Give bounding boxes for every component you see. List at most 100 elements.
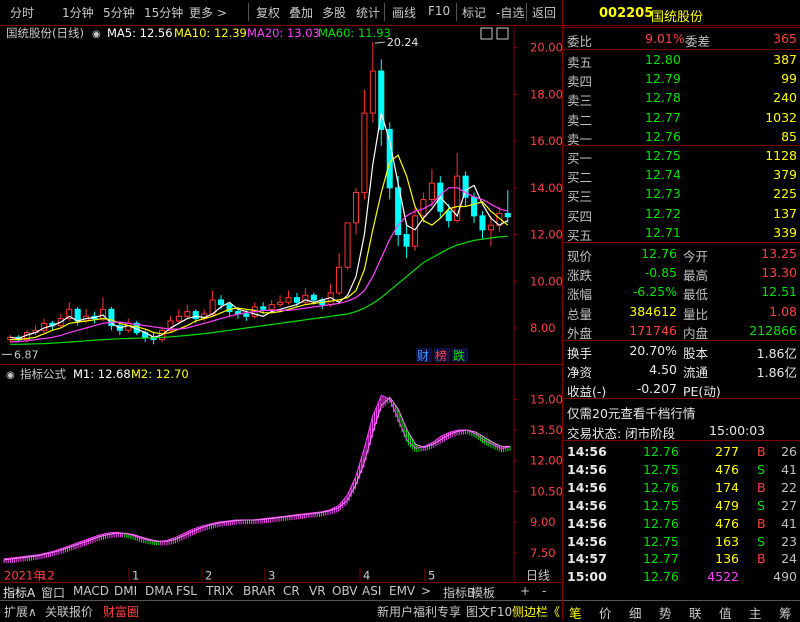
- tick-price: 12.75: [643, 497, 679, 513]
- stat-value: -0.85: [644, 265, 677, 281]
- tick-volume: 476: [715, 515, 739, 531]
- right-tab-3[interactable]: 细: [629, 603, 642, 622]
- stat-value: 171746: [629, 322, 677, 338]
- stock-label: 国统股份(日线): [6, 26, 84, 40]
- indicator-tab-6[interactable]: FSL: [176, 584, 197, 598]
- buy-price: 12.71: [645, 224, 681, 240]
- y-tick-label: 10.00: [530, 274, 562, 288]
- tick-time: 15:00: [567, 569, 607, 585]
- toolbar-2[interactable]: 1分钟: [62, 4, 94, 21]
- m1-line: [3, 394, 511, 560]
- tick-time: 14:56: [567, 479, 607, 495]
- ma20-label: MA20: 13.03: [247, 26, 320, 40]
- stat2-value: 1.86亿: [756, 346, 797, 361]
- buy-price: 12.75: [645, 148, 681, 163]
- buy-volume: 1128: [765, 148, 797, 163]
- stat-label: 外盘: [567, 325, 593, 341]
- toolbar-btn-9[interactable]: 返回: [532, 4, 556, 21]
- indicator-tab-16[interactable]: 模板: [471, 584, 495, 601]
- right-tab-4[interactable]: 势: [659, 603, 672, 622]
- bottom-tab-1[interactable]: 扩展∧: [4, 603, 37, 620]
- stat-value: 13.30: [761, 265, 797, 281]
- candle-body: [352, 191, 360, 224]
- indicator-tab-17[interactable]: +: [520, 584, 530, 598]
- right-tab-8[interactable]: 筹: [779, 603, 792, 622]
- buy-row-4: 买四 12.72 137: [563, 204, 800, 224]
- indicator-settings-icon: ◉: [6, 370, 15, 381]
- settings-icon: ◉: [92, 29, 101, 40]
- tick-price: 12.76: [643, 479, 679, 495]
- right-tab-7[interactable]: 主: [749, 603, 762, 622]
- quote-panel: 002205 国统股份 委比 9.01% 委差 365 卖五 12.80 387 卖四…: [562, 0, 800, 622]
- x-tick-label: 4: [363, 569, 370, 583]
- stock-name: 国统股份: [651, 10, 704, 25]
- y-tick-label: 16.00: [530, 134, 562, 148]
- sell-price: 12.76: [645, 128, 681, 144]
- tick-time: 14:56: [567, 461, 607, 477]
- toolbar-5[interactable]: 更多 >: [189, 4, 227, 21]
- promo-row[interactable]: 仅需20元查看千档行情: [563, 401, 800, 422]
- buy-volume: 225: [773, 186, 797, 202]
- right-tab-5[interactable]: 联: [689, 603, 702, 622]
- bottom-right-3[interactable]: 侧边栏《: [512, 603, 560, 620]
- tick-count: 490: [773, 569, 797, 585]
- sell-label: 卖二: [567, 112, 593, 128]
- bottom-right-1[interactable]: 新用户福利专享: [377, 603, 461, 620]
- indicator-tab-9[interactable]: CR: [283, 584, 300, 598]
- indicator-tab-5[interactable]: DMA: [145, 584, 173, 598]
- buy-volume: 379: [773, 167, 797, 183]
- toolbar-4[interactable]: 15分钟: [144, 4, 183, 21]
- toolbar-btn-6[interactable]: F10: [428, 4, 450, 18]
- main-kline-chart[interactable]: 8.00 10.00 12.00 14.00 16.00 18.00 20.00 国统股份(日…: [0, 25, 562, 365]
- indicator-tab-4[interactable]: DMI: [114, 584, 137, 598]
- toolbar-3[interactable]: 5分钟: [103, 4, 135, 21]
- indicator-tab-8[interactable]: BRAR: [243, 584, 276, 598]
- tick-time: 14:56: [567, 533, 607, 549]
- stat-label: 最高: [683, 268, 709, 284]
- stat-row-1: 现价 12.76 今开 13.25: [563, 244, 800, 264]
- tick-volume: 163: [715, 533, 739, 549]
- sell-price: 12.77: [645, 109, 681, 125]
- toolbar-btn-4[interactable]: 统计: [356, 4, 380, 21]
- bottom-tab-3[interactable]: 财富圈: [103, 603, 139, 620]
- candle-body: [192, 311, 199, 320]
- promo-text[interactable]: 仅需20元查看千档行情: [567, 403, 695, 422]
- toolbar-btn-2[interactable]: 叠加: [289, 4, 313, 21]
- indicator-tab-3[interactable]: MACD: [73, 584, 109, 598]
- candle-body: [487, 224, 494, 231]
- tick-row-3: 14:56 12.76 174 B 22: [563, 478, 800, 497]
- stat-label: 涨幅: [567, 287, 593, 303]
- indicator-tab-14[interactable]: >: [421, 584, 431, 598]
- indicator-chart[interactable]: 7.50 9.00 10.50 12.00 13.50 15.00 ◉ 指标公式 M1: 12.…: [0, 365, 562, 568]
- right-tab-1[interactable]: 笔: [569, 603, 582, 622]
- indicator-tab-10[interactable]: VR: [309, 584, 326, 598]
- candle-body: [344, 222, 351, 268]
- candle-body: [386, 128, 393, 189]
- indicator-tab-2[interactable]: 窗口: [41, 584, 65, 601]
- x-tick-label: 1: [132, 569, 139, 583]
- indicator-tab-13[interactable]: EMV: [389, 584, 415, 598]
- indicator-tab-11[interactable]: OBV: [332, 584, 358, 598]
- right-tab-6[interactable]: 值: [719, 603, 732, 622]
- buy-row-5: 买五 12.71 339: [563, 223, 800, 243]
- indicator-title: 指标公式: [20, 367, 66, 381]
- toolbar-btn-3[interactable]: 多股: [322, 4, 346, 21]
- tick-count: 41: [781, 461, 797, 477]
- toolbar-btn-1[interactable]: 复权: [256, 4, 280, 21]
- tick-time: 14:57: [567, 551, 607, 567]
- bottom-right-2[interactable]: 图文F10: [466, 603, 512, 620]
- stat2-row-3: 收益(-) -0.207 PE(动): [563, 379, 800, 399]
- indicator-tab-18[interactable]: -: [542, 584, 546, 598]
- bottom-tab-2[interactable]: 关联报价: [45, 603, 93, 620]
- tick-price: 12.75: [643, 461, 679, 477]
- toolbar-btn-5[interactable]: 画线: [392, 4, 416, 21]
- stat2-label: 净资: [567, 365, 593, 381]
- toolbar-btn-8[interactable]: -自选: [496, 4, 524, 21]
- indicator-tab-7[interactable]: TRIX: [206, 584, 233, 598]
- indicator-tab-1[interactable]: 指标A: [3, 584, 35, 601]
- right-tab-2[interactable]: 价: [599, 603, 612, 622]
- indicator-tab-12[interactable]: ASI: [362, 584, 381, 598]
- toolbar-1[interactable]: 分时: [10, 4, 34, 21]
- toolbar-btn-7[interactable]: 标记: [462, 4, 486, 21]
- sell-label: 卖五: [567, 55, 593, 70]
